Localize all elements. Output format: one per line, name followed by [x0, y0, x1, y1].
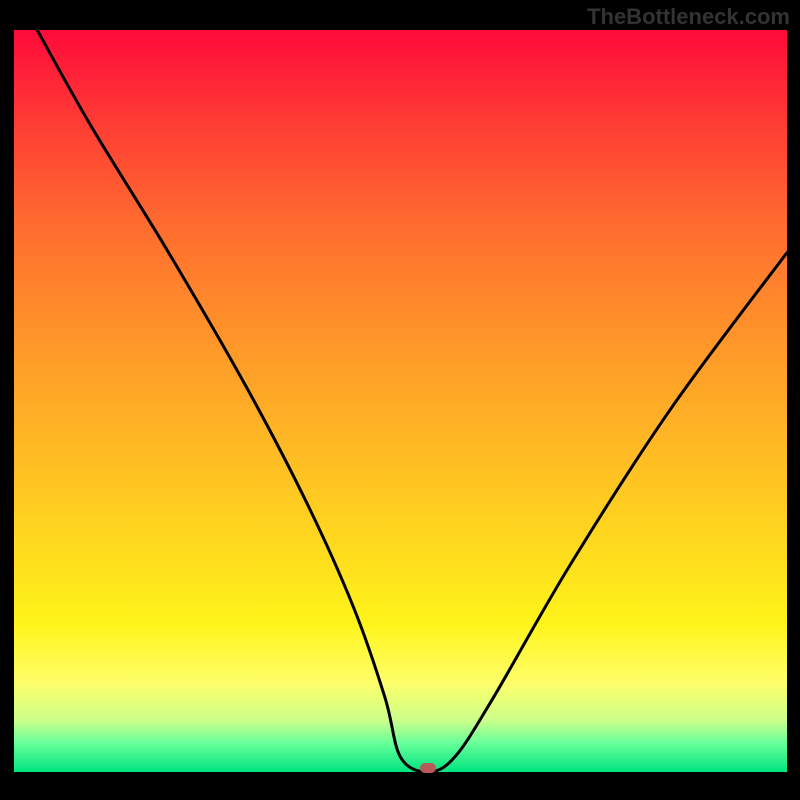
plot-area [14, 30, 787, 772]
chart-container: TheBottleneck.com [0, 0, 800, 800]
bottleneck-curve [14, 30, 787, 772]
optimum-marker [420, 763, 436, 773]
watermark-text: TheBottleneck.com [587, 4, 790, 30]
curve-path [37, 30, 787, 772]
